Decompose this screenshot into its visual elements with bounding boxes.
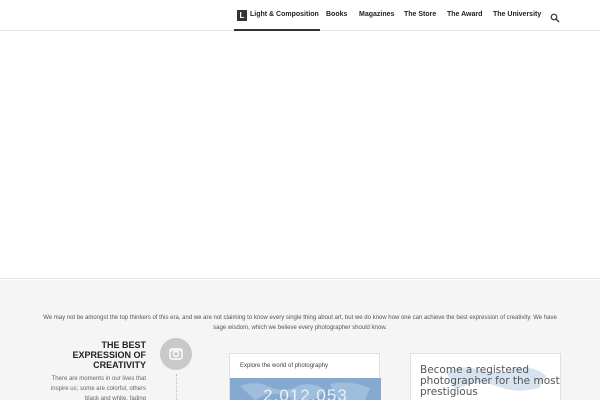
nav-item-the-university[interactable]: The University (493, 11, 541, 18)
register-card[interactable]: Become a registered photographer for the… (410, 353, 561, 400)
hero-slider (0, 31, 600, 279)
brand-logo-icon: L (237, 10, 247, 21)
intro-text: We may not be amongst the top thinkers o… (43, 315, 557, 331)
timeline-divider (176, 374, 177, 400)
content-section: We may not be amongst the top thinkers o… (0, 280, 600, 400)
photo-count: 2,012,053 (263, 386, 348, 400)
brand-label: Light & Composition (250, 11, 319, 18)
world-map-image: 2,012,053 (230, 378, 381, 400)
block-text: There are moments in our lives that insp… (50, 376, 146, 400)
register-card-text: Become a registered photographer for the… (420, 364, 560, 398)
nav-item-books[interactable]: Books (326, 11, 347, 18)
block-title: THE BEST EXPRESSION OF CREATIVITY (72, 340, 146, 370)
search-icon[interactable] (550, 10, 560, 23)
nav-item-light-composition[interactable]: L Light & Composition (234, 0, 320, 31)
explore-card-label: Explore the world of photography (240, 363, 329, 369)
instagram-icon[interactable] (160, 338, 192, 370)
top-navigation: L Light & Composition Books Magazines Th… (0, 0, 600, 31)
nav-item-the-award[interactable]: The Award (447, 11, 482, 18)
nav-item-magazines[interactable]: Magazines (359, 11, 394, 18)
nav-item-the-store[interactable]: The Store (404, 11, 436, 18)
explore-card[interactable]: Explore the world of photography 2,012,0… (229, 353, 381, 400)
